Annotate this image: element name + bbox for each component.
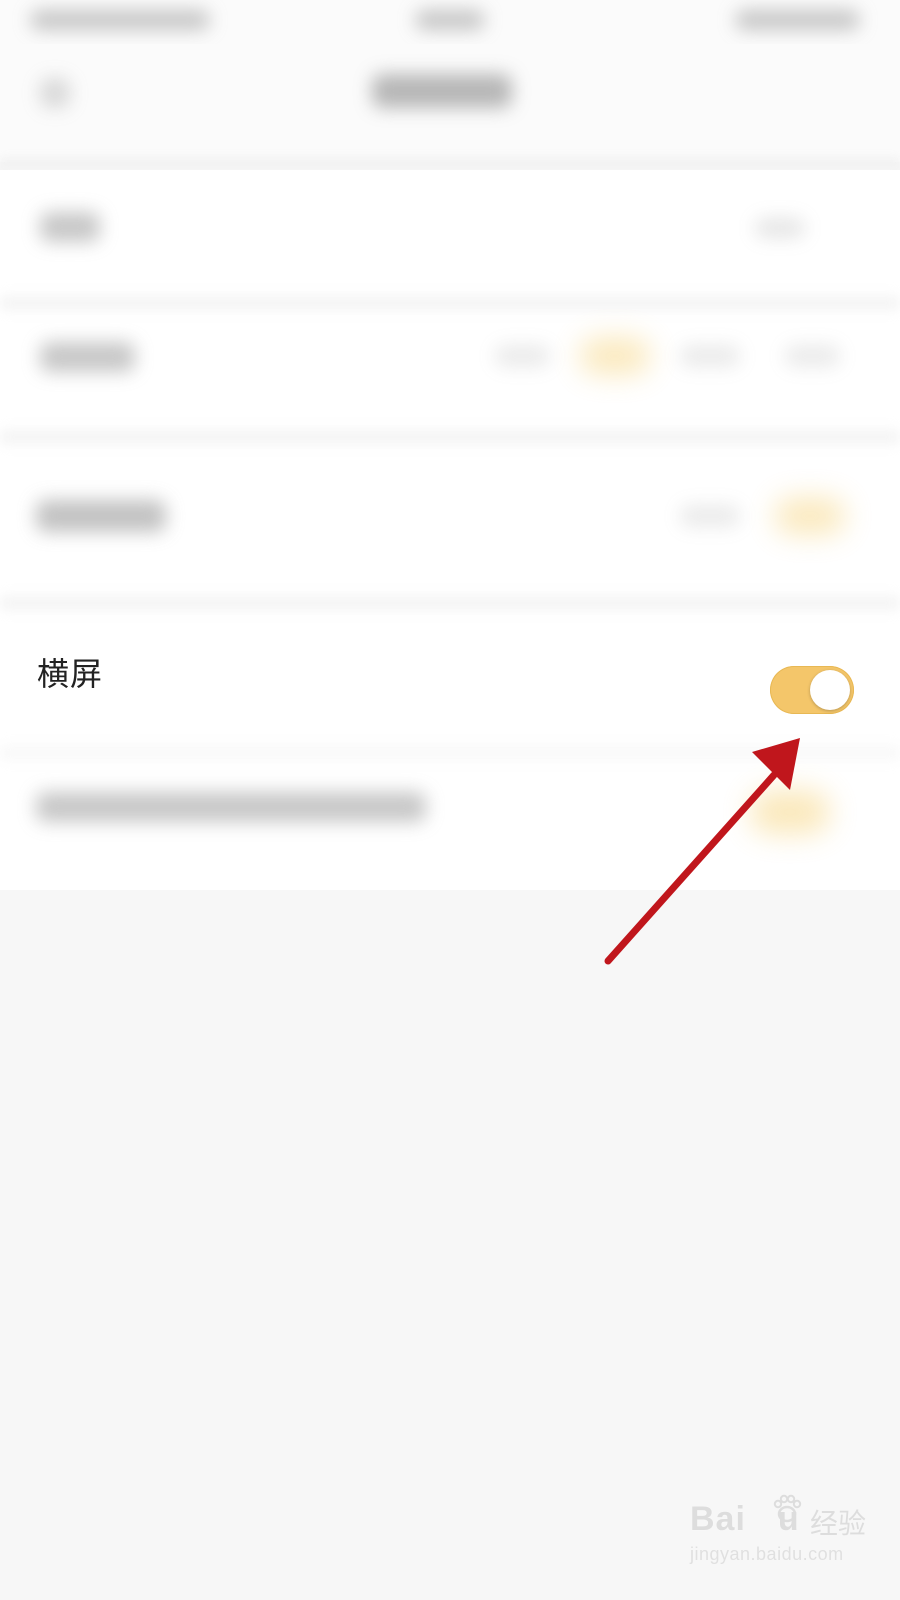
settings-row-2-option-1[interactable] bbox=[495, 345, 550, 367]
settings-screen: 横屏 Bai u 经验 jingyan.baidu.com bbox=[0, 0, 900, 1600]
baidu-jingyan-watermark: Bai u 经验 jingyan.baidu.com bbox=[690, 1494, 890, 1580]
toggle-knob bbox=[810, 670, 850, 710]
paw-icon bbox=[773, 1494, 802, 1523]
settings-row-1-label[interactable] bbox=[40, 212, 100, 242]
status-bar-center-blur bbox=[415, 10, 485, 30]
landscape-setting-row bbox=[0, 628, 900, 752]
divider bbox=[0, 296, 900, 310]
settings-row-2-option-3[interactable] bbox=[680, 345, 740, 367]
status-bar bbox=[0, 0, 900, 44]
status-bar-left-blur bbox=[30, 10, 210, 30]
nav-bar bbox=[0, 44, 900, 162]
settings-row-5-label[interactable] bbox=[36, 792, 426, 822]
settings-row-3-option-2[interactable] bbox=[775, 498, 845, 534]
page-title bbox=[372, 74, 512, 108]
watermark-url: jingyan.baidu.com bbox=[690, 1544, 844, 1564]
landscape-toggle[interactable] bbox=[770, 666, 854, 714]
status-bar-right-blur bbox=[735, 10, 860, 30]
divider bbox=[0, 596, 900, 610]
settings-row-3-label[interactable] bbox=[36, 500, 166, 532]
settings-row-2-label[interactable] bbox=[40, 342, 135, 372]
settings-row-2-option-2[interactable] bbox=[580, 338, 650, 374]
landscape-label: 横屏 bbox=[37, 655, 104, 693]
settings-row-1-value[interactable] bbox=[755, 218, 805, 238]
back-icon[interactable] bbox=[40, 78, 70, 108]
settings-row-3-option-1[interactable] bbox=[680, 505, 740, 527]
settings-row-5-toggle[interactable] bbox=[750, 790, 830, 834]
divider bbox=[0, 746, 900, 760]
watermark-cn: 经验 bbox=[810, 1507, 867, 1540]
settings-row-2-option-4[interactable] bbox=[785, 345, 840, 367]
divider bbox=[0, 430, 900, 444]
